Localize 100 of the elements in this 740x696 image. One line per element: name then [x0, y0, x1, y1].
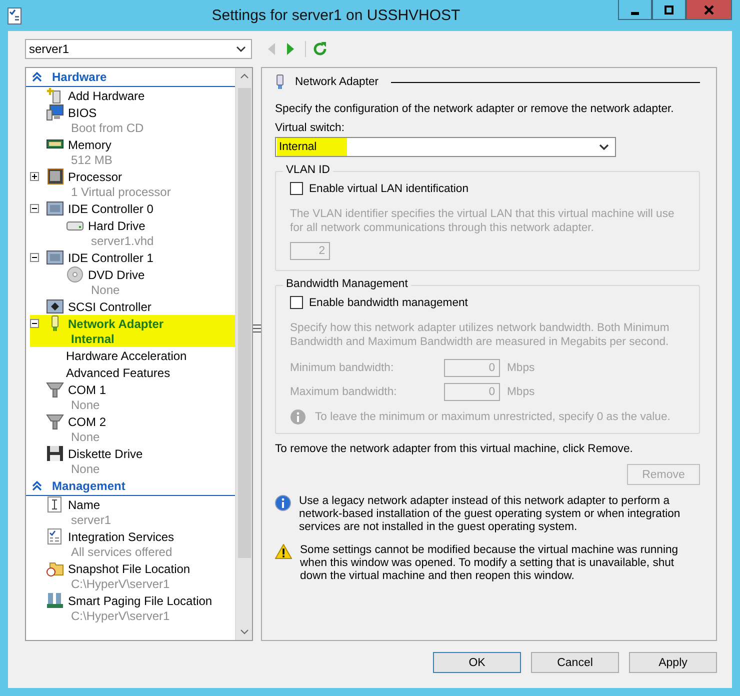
tree-item-label: Memory	[68, 138, 112, 152]
memory-icon	[46, 592, 64, 609]
serial-port-icon	[46, 381, 64, 398]
maximize-icon	[664, 4, 674, 14]
tree-item-label: Add Hardware	[68, 88, 145, 102]
tree-item[interactable]: Integration Services All services offered	[30, 528, 235, 560]
network-adapter-icon	[275, 74, 285, 90]
virtual-switch-dropdown[interactable]: Internal	[275, 137, 616, 157]
hint-text: To leave the minimum or maximum unrestricted, specify 0 as the value.	[315, 411, 670, 423]
controller-icon	[46, 200, 64, 217]
dialog-button[interactable]: Apply	[629, 652, 717, 673]
remove-instructions: To remove the network adapter from this virtual machine, click Remove.	[275, 442, 634, 456]
warning-icon	[275, 544, 292, 559]
note-text: Use a legacy network adapter instead of this network adapter to perform a network-based installation of the guest operating system or when integration services are not installed in the guest operating system.	[299, 495, 682, 534]
scroll-up-icon[interactable]	[240, 73, 248, 79]
tree-item-detail: None	[70, 462, 101, 477]
collapse-icon[interactable]	[32, 481, 42, 491]
tree-item-label: BIOS	[68, 106, 97, 120]
tree-item-label: Hardware Acceleration	[66, 348, 187, 362]
tree-item-label: COM 1	[68, 382, 106, 396]
tree-item[interactable]: Smart Paging File Location C:\HyperV\server1	[30, 592, 235, 624]
info-icon	[275, 495, 291, 511]
tree-item-label: Smart Paging File Location	[68, 594, 212, 608]
vlan-description: The VLAN identifier specifies the virtual LAN that this virtual machine will use for all network communications through this network adapter.	[290, 207, 676, 235]
controller-icon	[46, 298, 64, 315]
tree-item[interactable]: Snapshot File Location C:\HyperV\server1	[30, 560, 235, 592]
section-heading: Hardware	[52, 70, 107, 84]
maximize-button[interactable]	[652, 0, 686, 20]
tree-item-detail: None	[70, 430, 101, 445]
expander-icon[interactable]	[30, 253, 39, 262]
collapse-icon[interactable]	[32, 72, 42, 82]
info-icon	[290, 409, 306, 425]
minimize-button[interactable]	[618, 0, 652, 20]
expander-icon[interactable]	[30, 204, 39, 213]
tree-item-detail: C:\HyperV\server1	[70, 577, 171, 592]
tree-item-label: COM 2	[68, 414, 106, 428]
close-icon	[704, 4, 714, 14]
close-button[interactable]	[686, 0, 732, 20]
tree-item-detail: None	[70, 398, 101, 413]
unit-label: Mbps	[507, 386, 535, 398]
tree-item-detail: Internal	[70, 332, 116, 347]
tree-item[interactable]: Hardware Acceleration	[30, 347, 235, 364]
tree-item[interactable]: Hard Drive server1.vhd	[30, 217, 235, 249]
tree-item-label: Snapshot File Location	[68, 562, 190, 576]
settings-icon	[6, 6, 24, 24]
field-label: Virtual switch:	[275, 122, 346, 134]
tree-item[interactable]: SCSI Controller	[30, 298, 235, 315]
tree-item-label: IDE Controller 0	[68, 202, 154, 216]
tree-item[interactable]: COM 2 None	[30, 413, 235, 445]
tree-item-detail: None	[90, 283, 121, 298]
checklist-icon	[46, 528, 64, 545]
window-title: Settings for server1 on USSHVHOST	[210, 7, 462, 24]
tree-item-label: SCSI Controller	[68, 300, 152, 314]
refresh-icon[interactable]	[305, 41, 328, 57]
tree-item[interactable]: Memory 512 MB	[30, 136, 235, 168]
controller-icon	[46, 249, 64, 266]
tree-item-detail: server1	[70, 513, 112, 528]
scroll-down-icon[interactable]	[240, 629, 248, 635]
tree-item-label: Integration Services	[68, 530, 174, 544]
tree-item-label: Diskette Drive	[68, 446, 143, 460]
note-text: Some settings cannot be modified because the virtual machine was running when this window was opened. To modify a setting that is unavailable, shut down the virtual machine and then reopen this window.	[300, 544, 680, 583]
tree-item-label: Name	[68, 498, 100, 512]
chip-icon	[46, 168, 64, 185]
computer-icon	[46, 104, 64, 121]
expander-icon[interactable]	[30, 319, 39, 328]
tree-item-detail: 1 Virtual processor	[70, 185, 172, 200]
text-cursor-icon	[46, 496, 64, 513]
tree-item-label: Advanced Features	[66, 366, 170, 380]
tree-item-detail: server1.vhd	[90, 234, 155, 249]
tree-item[interactable]: Network Adapter Internal	[30, 315, 235, 347]
tree-item-label: Network Adapter	[68, 316, 164, 330]
tree-item-detail: All services offered	[70, 545, 174, 560]
tree-item[interactable]: DVD Drive None	[30, 266, 235, 298]
minimize-icon	[631, 12, 639, 14]
scrollbar[interactable]	[235, 68, 252, 640]
tree-item[interactable]: BIOS Boot from CD	[30, 104, 235, 136]
checkbox-label: Enable bandwidth management	[309, 296, 468, 308]
tree-item[interactable]: Advanced Features	[30, 364, 235, 381]
group-title: VLAN ID	[283, 164, 333, 176]
tree-item[interactable]: Processor 1 Virtual processor	[30, 168, 235, 200]
tree-item[interactable]: COM 1 None	[30, 381, 235, 413]
tree-item[interactable]: Name server1	[30, 496, 235, 528]
tree-item-label: Hard Drive	[88, 218, 146, 232]
dialog-button[interactable]: Cancel	[531, 652, 619, 673]
tree-item-detail: 512 MB	[70, 153, 114, 168]
field-label: Minimum bandwidth:	[290, 362, 395, 374]
disc-icon	[66, 266, 84, 283]
dialog-button[interactable]: OK	[433, 652, 521, 673]
vm-selector[interactable]: server1	[25, 39, 252, 59]
section-heading: Management	[52, 479, 126, 493]
tree-item-label: Processor	[68, 170, 122, 184]
unit-label: Mbps	[507, 362, 535, 374]
splitter-grip-icon[interactable]	[253, 324, 261, 333]
bandwidth-description: Specify how this network adapter utilizes network bandwidth. Both Minimum Bandwidth and Maximum Bandwidth are measured in Megabits per second.	[290, 321, 670, 349]
tree-item-label: DVD Drive	[88, 268, 145, 282]
expander-icon[interactable]	[30, 172, 39, 181]
tree-item[interactable]: Diskette Drive None	[30, 445, 235, 477]
tree-item[interactable]: Add Hardware	[30, 87, 235, 104]
tree-item[interactable]: IDE Controller 1	[30, 249, 235, 266]
tree-item[interactable]: IDE Controller 0	[30, 200, 235, 217]
